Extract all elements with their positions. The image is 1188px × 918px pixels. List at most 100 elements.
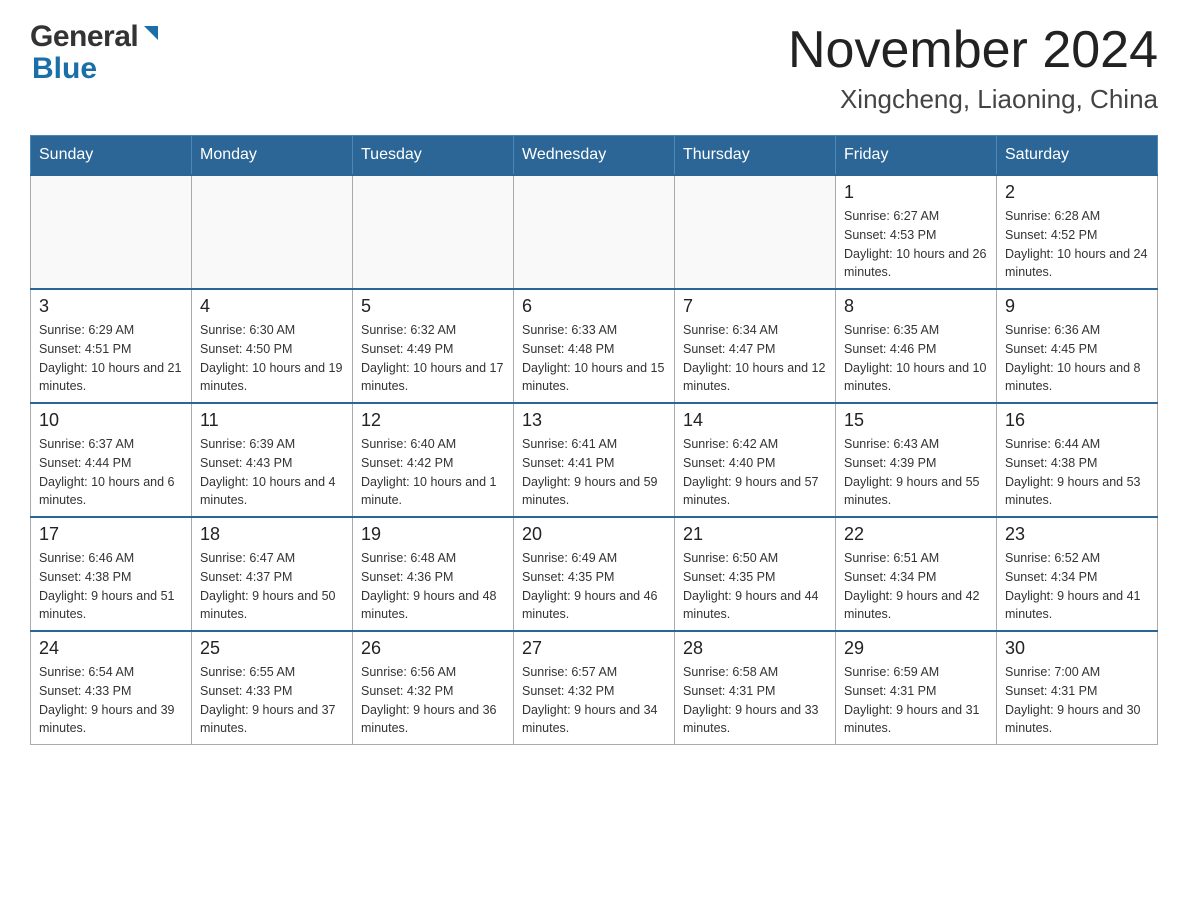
table-row: 22 Sunrise: 6:51 AMSunset: 4:34 PMDayligh…	[836, 517, 997, 631]
table-row: 29 Sunrise: 6:59 AMSunset: 4:31 PMDayligh…	[836, 631, 997, 745]
table-row	[192, 175, 353, 289]
day-number: 25	[200, 638, 344, 659]
day-number: 30	[1005, 638, 1149, 659]
day-number: 21	[683, 524, 827, 545]
day-info: Sunrise: 6:28 AMSunset: 4:52 PMDaylight:…	[1005, 207, 1149, 282]
table-row: 5 Sunrise: 6:32 AMSunset: 4:49 PMDaylight…	[353, 289, 514, 403]
table-row: 6 Sunrise: 6:33 AMSunset: 4:48 PMDaylight…	[514, 289, 675, 403]
table-row: 24 Sunrise: 6:54 AMSunset: 4:33 PMDayligh…	[31, 631, 192, 745]
table-row: 25 Sunrise: 6:55 AMSunset: 4:33 PMDayligh…	[192, 631, 353, 745]
day-info: Sunrise: 6:52 AMSunset: 4:34 PMDaylight:…	[1005, 549, 1149, 624]
day-info: Sunrise: 6:50 AMSunset: 4:35 PMDaylight:…	[683, 549, 827, 624]
day-info: Sunrise: 6:44 AMSunset: 4:38 PMDaylight:…	[1005, 435, 1149, 510]
day-number: 22	[844, 524, 988, 545]
table-row: 7 Sunrise: 6:34 AMSunset: 4:47 PMDaylight…	[675, 289, 836, 403]
day-number: 2	[1005, 182, 1149, 203]
day-info: Sunrise: 6:39 AMSunset: 4:43 PMDaylight:…	[200, 435, 344, 510]
table-row: 12 Sunrise: 6:40 AMSunset: 4:42 PMDayligh…	[353, 403, 514, 517]
day-info: Sunrise: 6:32 AMSunset: 4:49 PMDaylight:…	[361, 321, 505, 396]
col-friday: Friday	[836, 136, 997, 176]
col-sunday: Sunday	[31, 136, 192, 176]
logo-blue-text: Blue	[32, 52, 97, 86]
day-number: 24	[39, 638, 183, 659]
day-number: 23	[1005, 524, 1149, 545]
calendar-week-row: 10 Sunrise: 6:37 AMSunset: 4:44 PMDayligh…	[31, 403, 1158, 517]
day-info: Sunrise: 6:36 AMSunset: 4:45 PMDaylight:…	[1005, 321, 1149, 396]
day-info: Sunrise: 6:42 AMSunset: 4:40 PMDaylight:…	[683, 435, 827, 510]
day-number: 3	[39, 296, 183, 317]
day-info: Sunrise: 6:37 AMSunset: 4:44 PMDaylight:…	[39, 435, 183, 510]
day-info: Sunrise: 6:51 AMSunset: 4:34 PMDaylight:…	[844, 549, 988, 624]
table-row: 4 Sunrise: 6:30 AMSunset: 4:50 PMDaylight…	[192, 289, 353, 403]
day-number: 7	[683, 296, 827, 317]
table-row: 26 Sunrise: 6:56 AMSunset: 4:32 PMDayligh…	[353, 631, 514, 745]
day-info: Sunrise: 6:41 AMSunset: 4:41 PMDaylight:…	[522, 435, 666, 510]
col-wednesday: Wednesday	[514, 136, 675, 176]
day-info: Sunrise: 6:40 AMSunset: 4:42 PMDaylight:…	[361, 435, 505, 510]
calendar-week-row: 1Sunrise: 6:27 AMSunset: 4:53 PMDaylight…	[31, 175, 1158, 289]
table-row	[353, 175, 514, 289]
day-number: 12	[361, 410, 505, 431]
day-info: Sunrise: 6:57 AMSunset: 4:32 PMDaylight:…	[522, 663, 666, 738]
day-number: 15	[844, 410, 988, 431]
day-number: 29	[844, 638, 988, 659]
day-info: Sunrise: 6:34 AMSunset: 4:47 PMDaylight:…	[683, 321, 827, 396]
day-info: Sunrise: 6:29 AMSunset: 4:51 PMDaylight:…	[39, 321, 183, 396]
day-info: Sunrise: 6:46 AMSunset: 4:38 PMDaylight:…	[39, 549, 183, 624]
title-block: November 2024 Xingcheng, Liaoning, China	[788, 20, 1158, 115]
table-row: 2 Sunrise: 6:28 AMSunset: 4:52 PMDaylight…	[997, 175, 1158, 289]
day-number: 11	[200, 410, 344, 431]
day-info: Sunrise: 6:55 AMSunset: 4:33 PMDaylight:…	[200, 663, 344, 738]
table-row: 19 Sunrise: 6:48 AMSunset: 4:36 PMDayligh…	[353, 517, 514, 631]
logo: General Blue	[30, 20, 162, 86]
day-info: Sunrise: 6:56 AMSunset: 4:32 PMDaylight:…	[361, 663, 505, 738]
day-number: 4	[200, 296, 344, 317]
calendar-week-row: 17 Sunrise: 6:46 AMSunset: 4:38 PMDayligh…	[31, 517, 1158, 631]
table-row: 8 Sunrise: 6:35 AMSunset: 4:46 PMDaylight…	[836, 289, 997, 403]
page-title: November 2024	[788, 20, 1158, 80]
table-row	[675, 175, 836, 289]
day-info: Sunrise: 6:48 AMSunset: 4:36 PMDaylight:…	[361, 549, 505, 624]
table-row: 27Sunrise: 6:57 AMSunset: 4:32 PMDayligh…	[514, 631, 675, 745]
table-row: 15Sunrise: 6:43 AMSunset: 4:39 PMDayligh…	[836, 403, 997, 517]
day-info: Sunrise: 6:59 AMSunset: 4:31 PMDaylight:…	[844, 663, 988, 738]
day-number: 5	[361, 296, 505, 317]
calendar-table: Sunday Monday Tuesday Wednesday Thursday…	[30, 135, 1158, 745]
table-row: 28 Sunrise: 6:58 AMSunset: 4:31 PMDayligh…	[675, 631, 836, 745]
day-info: Sunrise: 6:47 AMSunset: 4:37 PMDaylight:…	[200, 549, 344, 624]
day-number: 19	[361, 524, 505, 545]
day-number: 10	[39, 410, 183, 431]
day-number: 8	[844, 296, 988, 317]
table-row	[31, 175, 192, 289]
calendar-week-row: 24 Sunrise: 6:54 AMSunset: 4:33 PMDayligh…	[31, 631, 1158, 745]
day-info: Sunrise: 6:35 AMSunset: 4:46 PMDaylight:…	[844, 321, 988, 396]
day-info: Sunrise: 6:49 AMSunset: 4:35 PMDaylight:…	[522, 549, 666, 624]
day-number: 17	[39, 524, 183, 545]
table-row: 20Sunrise: 6:49 AMSunset: 4:35 PMDayligh…	[514, 517, 675, 631]
col-saturday: Saturday	[997, 136, 1158, 176]
day-number: 9	[1005, 296, 1149, 317]
day-info: Sunrise: 6:30 AMSunset: 4:50 PMDaylight:…	[200, 321, 344, 396]
day-number: 26	[361, 638, 505, 659]
day-info: Sunrise: 6:58 AMSunset: 4:31 PMDaylight:…	[683, 663, 827, 738]
table-row: 16 Sunrise: 6:44 AMSunset: 4:38 PMDayligh…	[997, 403, 1158, 517]
col-tuesday: Tuesday	[353, 136, 514, 176]
table-row: 11 Sunrise: 6:39 AMSunset: 4:43 PMDayligh…	[192, 403, 353, 517]
day-info: Sunrise: 6:54 AMSunset: 4:33 PMDaylight:…	[39, 663, 183, 738]
day-info: Sunrise: 6:27 AMSunset: 4:53 PMDaylight:…	[844, 207, 988, 282]
logo-general-text: General	[30, 20, 138, 54]
day-info: Sunrise: 7:00 AMSunset: 4:31 PMDaylight:…	[1005, 663, 1149, 738]
day-number: 16	[1005, 410, 1149, 431]
table-row: 18Sunrise: 6:47 AMSunset: 4:37 PMDayligh…	[192, 517, 353, 631]
table-row: 1Sunrise: 6:27 AMSunset: 4:53 PMDaylight…	[836, 175, 997, 289]
table-row: 14Sunrise: 6:42 AMSunset: 4:40 PMDayligh…	[675, 403, 836, 517]
day-info: Sunrise: 6:33 AMSunset: 4:48 PMDaylight:…	[522, 321, 666, 396]
day-number: 6	[522, 296, 666, 317]
day-number: 28	[683, 638, 827, 659]
calendar-header-row: Sunday Monday Tuesday Wednesday Thursday…	[31, 136, 1158, 176]
table-row: 23 Sunrise: 6:52 AMSunset: 4:34 PMDayligh…	[997, 517, 1158, 631]
table-row: 13Sunrise: 6:41 AMSunset: 4:41 PMDayligh…	[514, 403, 675, 517]
table-row: 21 Sunrise: 6:50 AMSunset: 4:35 PMDayligh…	[675, 517, 836, 631]
page-subtitle: Xingcheng, Liaoning, China	[788, 84, 1158, 115]
col-thursday: Thursday	[675, 136, 836, 176]
